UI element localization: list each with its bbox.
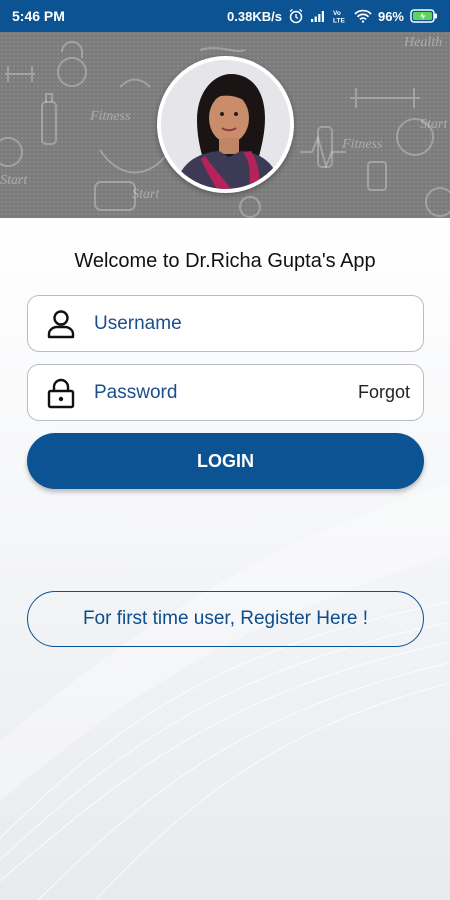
doodle-text-start-2: Start: [420, 117, 448, 132]
wifi-icon: [354, 9, 372, 23]
svg-text:LTE: LTE: [333, 18, 345, 25]
signal-icon: [310, 9, 326, 23]
status-bar: 5:46 PM 0.38KB/s Vo LTE 96%: [0, 0, 450, 32]
username-field[interactable]: [27, 295, 424, 352]
volte-icon: Vo LTE: [332, 8, 348, 24]
doodle-text-start-3: Start: [132, 187, 160, 202]
password-field[interactable]: Forgot: [27, 364, 424, 421]
svg-text:Vo: Vo: [333, 10, 341, 17]
forgot-password-link[interactable]: Forgot: [358, 382, 423, 403]
welcome-title: Welcome to Dr.Richa Gupta's App: [74, 250, 376, 272]
username-input[interactable]: [94, 296, 423, 351]
avatar: [157, 56, 294, 193]
status-icons: 0.38KB/s Vo LTE 96%: [227, 8, 438, 24]
doodle-text-fitness-2: Fitness: [341, 137, 383, 152]
network-speed: 0.38KB/s: [227, 8, 282, 24]
battery-icon: [410, 9, 438, 23]
password-input[interactable]: [94, 365, 358, 420]
login-button[interactable]: LOGIN: [27, 433, 424, 489]
battery-level: 96%: [377, 8, 404, 24]
register-button[interactable]: For first time user, Register Here !: [27, 591, 424, 647]
doodle-text-health: Health: [403, 35, 442, 50]
doodle-text-fitness: Fitness: [89, 109, 131, 124]
alarm-icon: [288, 8, 304, 24]
user-icon: [28, 308, 94, 340]
doodle-text-start: Start: [0, 173, 28, 188]
profile-photo-icon: [161, 60, 290, 189]
lock-icon: [28, 377, 94, 409]
status-time: 5:46 PM: [12, 8, 65, 24]
